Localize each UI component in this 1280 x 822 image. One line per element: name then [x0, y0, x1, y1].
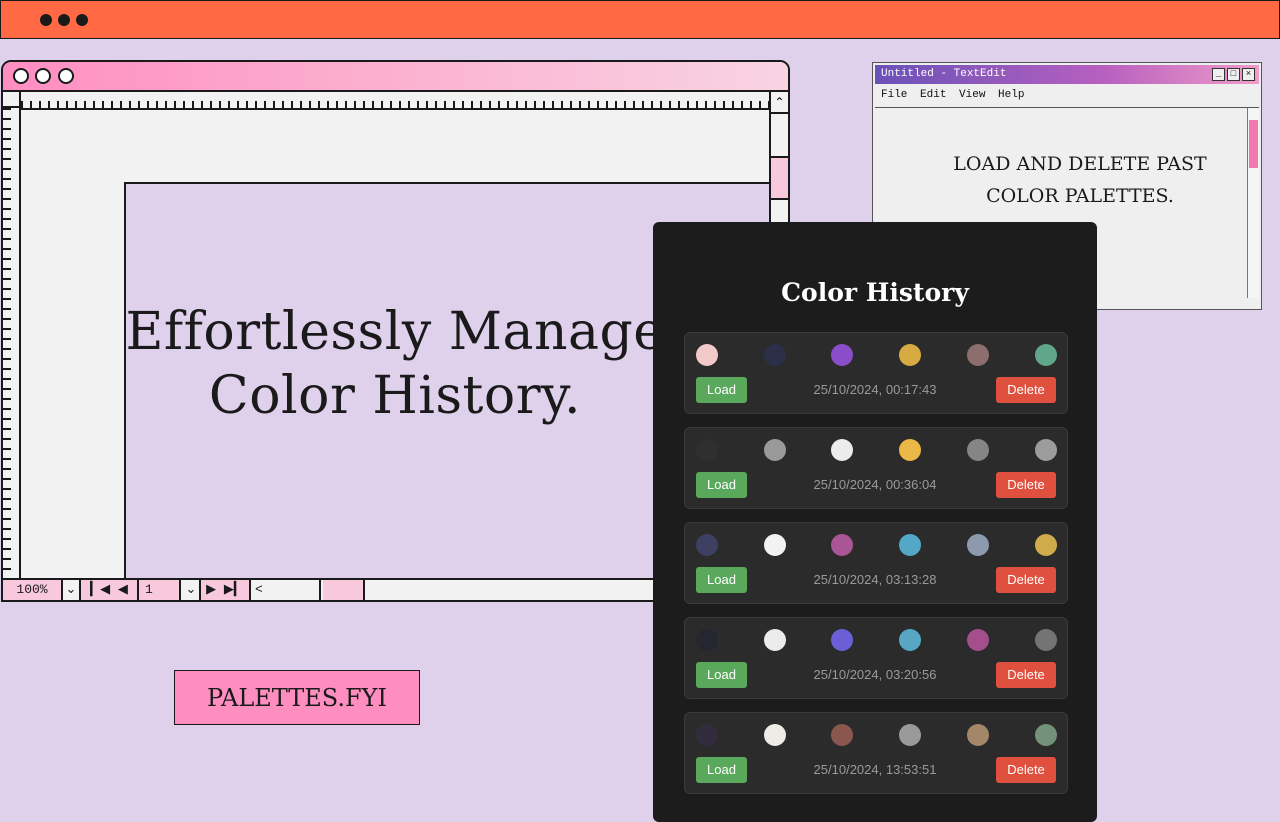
top-bar	[0, 0, 1280, 39]
entry-timestamp: 25/10/2024, 03:20:56	[813, 667, 937, 682]
menu-view[interactable]: View	[959, 89, 985, 101]
scrollbar-thumb[interactable]	[771, 156, 788, 200]
color-swatch	[831, 724, 853, 746]
delete-button[interactable]: Delete	[996, 662, 1056, 688]
hero-line-1: Effortlessly Manage	[125, 302, 665, 362]
chevron-down-icon[interactable]: ⌄	[183, 580, 201, 600]
horizontal-ruler	[21, 92, 769, 110]
menu-help[interactable]: Help	[998, 89, 1024, 101]
color-swatch	[967, 534, 989, 556]
body-line-2: COLOR PALETTES.	[986, 185, 1174, 207]
textedit-title: Untitled - TextEdit	[881, 68, 1007, 80]
load-button[interactable]: Load	[696, 567, 747, 593]
body-line-1: LOAD AND DELETE PAST	[953, 153, 1207, 175]
delete-button[interactable]: Delete	[996, 377, 1056, 403]
color-swatch	[764, 629, 786, 651]
page-nav-first-prev[interactable]: ▎◀ ◀	[81, 580, 139, 600]
hero-heading: Effortlessly Manage Color History.	[120, 300, 670, 428]
entry-timestamp: 25/10/2024, 13:53:51	[813, 762, 937, 777]
color-swatch	[696, 724, 718, 746]
history-entry: Load 25/10/2024, 00:36:04 Delete	[684, 427, 1068, 509]
entry-timestamp: 25/10/2024, 03:13:28	[813, 572, 937, 587]
history-entry: Load 25/10/2024, 00:17:43 Delete	[684, 332, 1068, 414]
textedit-body-text: LOAD AND DELETE PAST COLOR PALETTES.	[915, 148, 1245, 212]
color-swatch	[764, 439, 786, 461]
dot-icon	[76, 14, 88, 26]
color-swatch	[831, 629, 853, 651]
entry-timestamp: 25/10/2024, 00:36:04	[813, 477, 937, 492]
color-swatch	[831, 439, 853, 461]
dot-icon	[58, 14, 70, 26]
color-swatch	[831, 534, 853, 556]
color-swatch	[696, 629, 718, 651]
entry-timestamp: 25/10/2024, 00:17:43	[813, 382, 937, 397]
page-nav-next-last[interactable]: ▶ ▶▎	[201, 580, 251, 600]
load-button[interactable]: Load	[696, 662, 747, 688]
panel-title: Color History	[781, 278, 969, 307]
color-swatch	[831, 344, 853, 366]
window-minimize-button[interactable]	[35, 68, 51, 84]
minimize-icon[interactable]: _	[1212, 68, 1225, 81]
menu-file[interactable]: File	[881, 89, 907, 101]
scrollbar-thumb[interactable]	[1249, 120, 1258, 168]
window-maximize-button[interactable]	[58, 68, 74, 84]
color-swatch	[899, 629, 921, 651]
color-swatch	[1035, 439, 1057, 461]
delete-button[interactable]: Delete	[996, 567, 1056, 593]
vertical-ruler	[3, 108, 21, 578]
color-swatch	[764, 534, 786, 556]
dot-icon	[40, 14, 52, 26]
textedit-titlebar: Untitled - TextEdit _ □ ×	[875, 65, 1259, 84]
color-swatch	[696, 534, 718, 556]
window-close-button[interactable]	[13, 68, 29, 84]
close-icon[interactable]: ×	[1242, 68, 1255, 81]
color-swatch	[899, 439, 921, 461]
history-entry: Load 25/10/2024, 03:13:28 Delete	[684, 522, 1068, 604]
color-swatch	[899, 534, 921, 556]
color-swatch	[967, 629, 989, 651]
chevron-down-icon[interactable]: ⌄	[63, 580, 81, 600]
history-entry: Load 25/10/2024, 03:20:56 Delete	[684, 617, 1068, 699]
delete-button[interactable]: Delete	[996, 757, 1056, 783]
brand-logo[interactable]: PALETTES.FYI	[174, 670, 420, 725]
color-swatch	[899, 724, 921, 746]
color-swatch	[1035, 534, 1057, 556]
hero-line-2: Color History.	[208, 366, 582, 426]
color-swatch	[696, 344, 718, 366]
color-swatch	[967, 724, 989, 746]
chevron-up-icon[interactable]: ⌃	[771, 92, 788, 114]
color-swatch	[899, 344, 921, 366]
color-history-panel: Color History Load 25/10/2024, 00:17:43 De…	[653, 222, 1097, 822]
ruler-corner	[3, 92, 21, 108]
color-swatch	[967, 439, 989, 461]
textedit-menu-bar: File Edit View Help	[881, 89, 1030, 101]
scroll-left-icon[interactable]: <	[251, 580, 321, 600]
menu-edit[interactable]: Edit	[920, 89, 946, 101]
maximize-icon[interactable]: □	[1227, 68, 1240, 81]
horizontal-scrollbar-thumb[interactable]	[323, 580, 365, 600]
design-window-titlebar	[3, 62, 788, 92]
color-swatch	[1035, 629, 1057, 651]
zoom-level[interactable]: 100%	[3, 580, 63, 600]
load-button[interactable]: Load	[696, 757, 747, 783]
load-button[interactable]: Load	[696, 472, 747, 498]
page-number[interactable]: 1	[139, 580, 181, 600]
color-swatch	[1035, 724, 1057, 746]
delete-button[interactable]: Delete	[996, 472, 1056, 498]
load-button[interactable]: Load	[696, 377, 747, 403]
color-swatch	[967, 344, 989, 366]
color-swatch	[1035, 344, 1057, 366]
history-entry: Load 25/10/2024, 13:53:51 Delete	[684, 712, 1068, 794]
color-swatch	[696, 439, 718, 461]
textedit-scrollbar[interactable]	[1247, 108, 1259, 298]
color-swatch	[764, 724, 786, 746]
color-swatch	[764, 344, 786, 366]
